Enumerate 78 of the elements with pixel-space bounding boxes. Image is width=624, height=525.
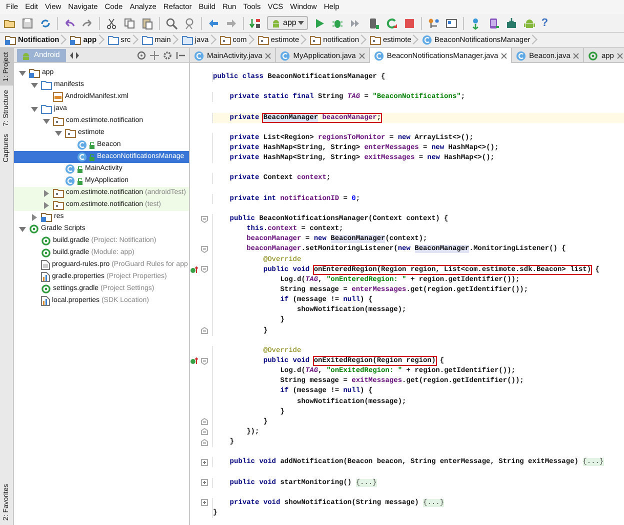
file-icon: [41, 260, 50, 270]
run-icon[interactable]: [313, 16, 326, 30]
class-icon: [280, 50, 290, 60]
class-icon: [422, 35, 432, 45]
package-icon: [53, 200, 64, 210]
properties-file-icon: [41, 272, 50, 282]
fold-end-icon[interactable]: [201, 327, 208, 334]
class-icon: [194, 50, 204, 60]
folder-icon: [41, 212, 52, 222]
folder-icon: [142, 35, 153, 45]
package-icon: [220, 35, 231, 45]
expand-icon[interactable]: [201, 458, 208, 466]
package-icon: [310, 35, 322, 45]
fold-start-icon[interactable]: [201, 266, 208, 274]
folder-icon: [5, 35, 16, 45]
fold-end-icon[interactable]: [201, 438, 208, 446]
undo-icon[interactable]: [63, 16, 76, 30]
gradle-icon: [588, 50, 598, 60]
forward-arrow-icon[interactable]: [225, 16, 238, 30]
close-icon[interactable]: [501, 52, 508, 58]
folder-icon: [182, 35, 193, 45]
folder-icon: [41, 104, 52, 114]
build-icon[interactable]: [249, 16, 262, 30]
paste-icon[interactable]: [141, 16, 154, 30]
package-icon: [65, 128, 76, 138]
folder-icon: [70, 35, 82, 45]
close-icon[interactable]: [358, 52, 365, 58]
layout-icon[interactable]: [445, 16, 458, 30]
class-icon: [77, 152, 87, 162]
package-icon: [370, 35, 382, 45]
switch-arrows-icon[interactable]: [70, 52, 79, 58]
folder-icon: [41, 80, 52, 90]
lock-icon: [89, 154, 95, 160]
download-icon[interactable]: [505, 16, 518, 30]
target-icon[interactable]: [137, 50, 146, 60]
save-icon[interactable]: [21, 16, 34, 30]
class-icon: [65, 164, 75, 174]
fold-start-icon[interactable]: [201, 216, 208, 223]
scissors-icon[interactable]: [105, 16, 118, 30]
help-button[interactable]: ?: [541, 16, 548, 30]
fold-start-icon[interactable]: [201, 246, 208, 253]
gradle-icon: [41, 284, 51, 294]
android-icon: [271, 18, 281, 28]
stop-icon[interactable]: [403, 16, 416, 30]
lock-icon: [89, 142, 95, 148]
structure-icon[interactable]: [427, 16, 440, 30]
package-icon: [53, 188, 64, 198]
sync-icon[interactable]: [39, 16, 52, 30]
caret-icon: [298, 21, 304, 25]
expand-icon[interactable]: [201, 499, 208, 506]
copy-icon[interactable]: [123, 16, 136, 30]
lock-icon: [77, 166, 83, 172]
fold-end-icon[interactable]: [201, 428, 208, 436]
close-icon[interactable]: [573, 52, 580, 58]
class-icon: [374, 50, 384, 60]
properties-file-icon: [41, 296, 50, 306]
close-icon[interactable]: [616, 52, 623, 58]
gear-icon[interactable]: [163, 50, 172, 60]
folder-icon: [29, 68, 40, 78]
expanded-arrow-icon[interactable]: [19, 226, 26, 232]
package-icon: [258, 35, 269, 45]
class-icon: [516, 50, 526, 60]
expand-icon[interactable]: [201, 479, 208, 486]
android-icon[interactable]: [523, 16, 536, 30]
xml-file-icon: [53, 92, 63, 102]
android-icon: [21, 50, 31, 60]
phone-icon[interactable]: [487, 16, 500, 30]
fold-start-icon[interactable]: [201, 358, 208, 364]
search-icon[interactable]: [165, 16, 178, 30]
lock-icon: [77, 178, 83, 184]
package-icon: [53, 116, 64, 126]
fold-end-icon[interactable]: [201, 418, 208, 426]
refresh-icon[interactable]: [385, 16, 398, 30]
class-icon: [77, 140, 87, 150]
class-icon: [65, 176, 75, 186]
run-config-dropdown[interactable]: app: [267, 16, 308, 30]
folder-icon: [108, 35, 119, 45]
close-icon[interactable]: [265, 52, 272, 58]
